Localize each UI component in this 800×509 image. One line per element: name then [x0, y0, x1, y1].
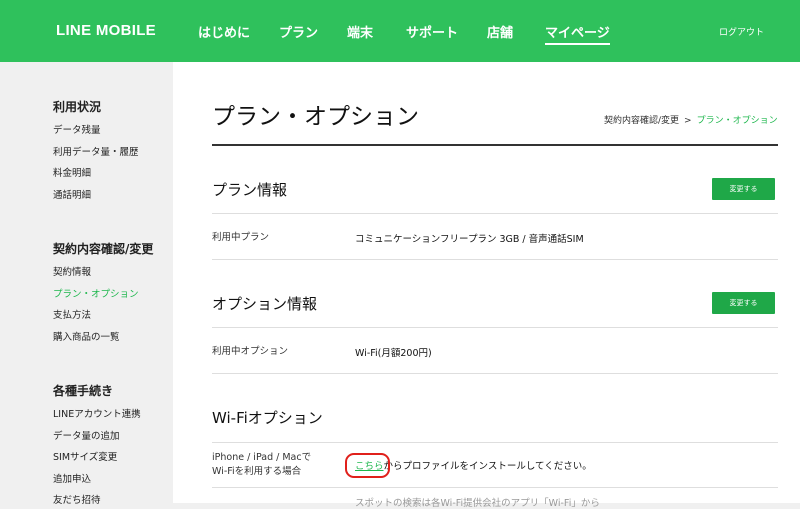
wifi-row-divider	[212, 487, 778, 488]
line-mobile-logo[interactable]: LINE MOBILE	[56, 22, 156, 39]
wifi-value: こちらからプロファイルをインストールしてください。	[355, 458, 592, 472]
wifi-divider	[212, 442, 778, 443]
plan-row-divider	[212, 259, 778, 260]
wifi-label: iPhone / iPad / Macで Wi-Fiを利用する場合	[212, 451, 311, 479]
top-header: LINE MOBILE はじめに プラン 端末 サポート 店舗 マイページ ログ…	[0, 0, 800, 62]
sidebar-item-add-application[interactable]: 追加申込	[53, 471, 91, 485]
breadcrumb: 契約内容確認/変更 > プラン・オプション	[604, 113, 778, 126]
sidebar-item-contract-info[interactable]: 契約情報	[53, 264, 91, 278]
sidebar-item-line-link[interactable]: LINEアカウント連携	[53, 406, 141, 420]
nav-mypage[interactable]: マイページ	[545, 22, 610, 45]
sidebar-group-contract: 契約内容確認/変更	[53, 242, 154, 256]
plan-value: コミュニケーションフリープラン 3GB / 音声通話SIM	[355, 234, 584, 245]
sidebar: 利用状況 データ残量 利用データ量・履歴 料金明細 通話明細 契約内容確認/変更…	[0, 62, 173, 506]
option-row-divider	[212, 373, 778, 374]
title-divider	[212, 144, 778, 146]
sidebar-item-data-history[interactable]: 利用データ量・履歴	[53, 144, 139, 158]
sidebar-group-usage: 利用状況	[53, 100, 102, 114]
nav-hajimeni[interactable]: はじめに	[198, 22, 250, 41]
sidebar-item-add-data[interactable]: データ量の追加	[53, 428, 120, 442]
wifi-faded-text: スポットの検索は各Wi-Fi提供会社のアプリ「Wi-Fi」から	[355, 498, 600, 509]
plan-label: 利用中プラン	[212, 232, 270, 243]
wifi-label-line2: Wi-Fiを利用する場合	[212, 466, 302, 477]
nav-store[interactable]: 店舗	[487, 22, 513, 41]
option-info-title: オプション情報	[212, 295, 318, 313]
option-value: Wi-Fi(月額200円)	[355, 348, 432, 359]
plan-divider	[212, 213, 778, 214]
sidebar-item-invite-friends[interactable]: 友だち招待	[53, 492, 101, 506]
option-divider	[212, 327, 778, 328]
wifi-label-line1: iPhone / iPad / Macで	[212, 452, 312, 463]
nav-support[interactable]: サポート	[406, 22, 458, 41]
sidebar-item-payment[interactable]: 支払方法	[53, 307, 91, 321]
sidebar-item-purchases[interactable]: 購入商品の一覧	[53, 329, 120, 343]
sidebar-item-plan-option[interactable]: プラン・オプション	[53, 286, 139, 300]
sidebar-item-call-history[interactable]: 通話明細	[53, 187, 91, 201]
sidebar-item-billing[interactable]: 料金明細	[53, 165, 91, 179]
sidebar-item-sim-size[interactable]: SIMサイズ変更	[53, 449, 117, 463]
page-title: プラン・オプション	[212, 104, 419, 130]
nav-plan[interactable]: プラン	[279, 22, 318, 41]
plan-change-button[interactable]: 変更する	[712, 178, 775, 200]
sidebar-item-data-remaining[interactable]: データ残量	[53, 122, 101, 136]
breadcrumb-separator: >	[684, 116, 692, 126]
nav-device[interactable]: 端末	[347, 22, 373, 41]
main-content: プラン・オプション 契約内容確認/変更 > プラン・オプション プラン情報 変更する…	[173, 62, 800, 509]
logout-link[interactable]: ログアウト	[719, 25, 764, 38]
highlight-circle	[345, 453, 390, 478]
breadcrumb-parent[interactable]: 契約内容確認/変更	[604, 116, 679, 126]
breadcrumb-current: プラン・オプション	[696, 116, 778, 126]
wifi-value-rest: からプロファイルをインストールしてください。	[383, 461, 592, 472]
sidebar-group-procedures: 各種手続き	[53, 384, 114, 398]
option-change-button[interactable]: 変更する	[712, 292, 775, 314]
option-label: 利用中オプション	[212, 346, 289, 357]
wifi-option-title: Wi-Fiオプション	[212, 409, 323, 427]
plan-info-title: プラン情報	[212, 181, 288, 199]
